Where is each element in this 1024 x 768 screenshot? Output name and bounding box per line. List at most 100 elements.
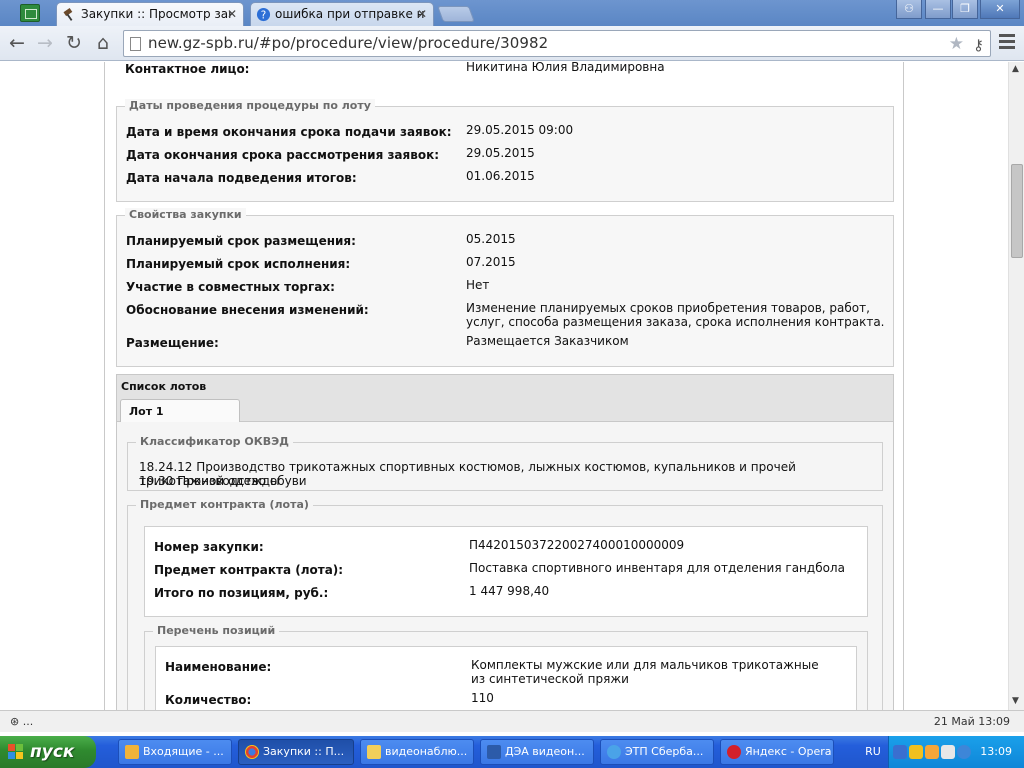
taskbar-item-folder[interactable]: видеонаблю...	[360, 739, 474, 765]
ie-icon	[607, 745, 621, 759]
tray-app-icon[interactable]	[909, 745, 923, 759]
subject-label: Номер закупки:	[154, 540, 264, 554]
subject-legend: Предмет контракта (лота)	[136, 498, 313, 511]
tab-error-question[interactable]: ? ошибка при отправке на ОО ✕	[250, 2, 434, 26]
page-scrollbar[interactable]: ▲ ▼	[1008, 62, 1024, 710]
property-label: Планируемый срок размещения:	[126, 234, 356, 248]
lots-header: Список лотов	[116, 374, 894, 398]
subject-fieldset: Предмет контракта (лота) Номер закупки: …	[127, 498, 883, 710]
property-value: Нет	[466, 278, 490, 292]
window-close-icon[interactable]: ✕	[980, 0, 1020, 19]
chrome-icon	[245, 745, 259, 759]
taskbar-item-label: Входящие - ...	[143, 745, 224, 758]
position-item: Наименование: Комплекты мужские или для …	[155, 646, 857, 710]
scroll-down-icon[interactable]: ▼	[1012, 696, 1019, 706]
scroll-up-icon[interactable]: ▲	[1012, 64, 1019, 74]
tray-mail-icon[interactable]	[925, 745, 939, 759]
property-value: Изменение планируемых сроков приобретени…	[466, 301, 885, 329]
contact-label: Контактное лицо:	[125, 62, 250, 76]
page-icon	[130, 37, 141, 51]
lot-tab-label: Лот 1	[129, 405, 164, 418]
lots-title: Список лотов	[121, 380, 207, 393]
start-label: пуск	[30, 742, 75, 762]
subject-label: Итого по позициям, руб.:	[154, 586, 329, 600]
tab-lot-1[interactable]: Лот 1	[120, 399, 240, 422]
okved-line: 19.30 Производство обуви	[139, 474, 307, 488]
property-label: Обоснование внесения изменений:	[126, 303, 369, 317]
taskbar-item-label: Яндекс - Opera	[745, 745, 832, 758]
mail-icon	[125, 745, 139, 759]
taskbar-item-mail[interactable]: Входящие - ...	[118, 739, 232, 765]
position-label: Количество:	[165, 693, 252, 707]
user-icon[interactable]: ⚇	[896, 0, 922, 19]
lots-tabbar: Лот 1	[116, 398, 894, 422]
contact-value: Никитина Юлия Владимировна	[466, 62, 665, 74]
property-label: Участие в совместных торгах:	[126, 280, 335, 294]
positions-fieldset: Перечень позиций Наименование: Комплекты…	[144, 624, 868, 710]
windows-flag-icon	[8, 744, 24, 760]
dates-row-label: Дата и время окончания срока подачи заяв…	[126, 125, 452, 139]
taskbar-item-chrome[interactable]: Закупки :: П...	[238, 739, 354, 765]
gavel-icon	[63, 8, 73, 21]
start-button[interactable]: пуск	[0, 736, 96, 768]
tray-skype-icon[interactable]	[957, 745, 971, 759]
tab-procurement[interactable]: Закупки :: Просмотр закупки ✕	[56, 2, 244, 26]
home-icon[interactable]: ⌂	[92, 32, 114, 54]
tab-label: Закупки :: Просмотр закупки	[81, 7, 231, 21]
taskbar-item-word[interactable]: ДЭА видеон...	[480, 739, 594, 765]
taskbar-item-label: видеонаблю...	[385, 745, 468, 758]
okved-legend: Классификатор ОКВЭД	[136, 435, 293, 448]
browser-titlebar: Закупки :: Просмотр закупки ✕ ? ошибка п…	[0, 0, 1024, 26]
subject-value: Поставка спортивного инвентаря для отдел…	[469, 561, 845, 575]
tray-expand-icon[interactable]	[893, 745, 907, 759]
close-icon[interactable]: ✕	[227, 3, 237, 25]
url-text[interactable]: new.gz-spb.ru/#po/procedure/view/procedu…	[148, 31, 548, 56]
new-tab-button[interactable]	[437, 6, 475, 22]
spreadsheet-app-icon[interactable]	[20, 4, 40, 22]
property-label: Планируемый срок исполнения:	[126, 257, 351, 271]
dates-legend: Даты проведения процедуры по лоту	[125, 99, 375, 112]
help-icon: ?	[256, 7, 271, 21]
taskbar-item-label: ДЭА видеон...	[505, 745, 585, 758]
lot-panel: Классификатор ОКВЭД 18.24.12 Производств…	[116, 422, 894, 710]
property-value: 07.2015	[466, 255, 516, 269]
dates-row-label: Дата окончания срока рассмотрения заявок…	[126, 148, 440, 162]
word-icon	[487, 745, 501, 759]
browser-statusbar: ⊛ ... 21 Май 13:09	[0, 710, 1024, 732]
subject-label: Предмет контракта (лота):	[154, 563, 344, 577]
position-value: 110	[471, 691, 494, 705]
scroll-thumb[interactable]	[1011, 164, 1023, 258]
menu-icon[interactable]	[999, 34, 1015, 52]
properties-legend: Свойства закупки	[125, 208, 246, 221]
language-indicator[interactable]: RU	[860, 736, 886, 768]
browser-toolbar: ← → ↻ ⌂ new.gz-spb.ru/#po/procedure/view…	[0, 26, 1024, 61]
taskbar-item-opera[interactable]: Яндекс - Opera	[720, 739, 834, 765]
property-label: Размещение:	[126, 336, 219, 350]
svg-text:?: ?	[261, 9, 266, 21]
minimize-icon[interactable]: —	[925, 0, 951, 19]
reload-icon[interactable]: ↻	[63, 32, 85, 54]
address-bar[interactable]: new.gz-spb.ru/#po/procedure/view/procedu…	[123, 30, 991, 57]
back-icon[interactable]: ←	[6, 32, 28, 54]
dates-row-value: 01.06.2015	[466, 169, 535, 183]
system-tray: 13:09	[888, 736, 1024, 768]
subject-details: Номер закупки: П442015037220027400010000…	[144, 526, 868, 617]
position-value: Комплекты мужские или для мальчиков трик…	[471, 658, 819, 686]
restore-icon[interactable]: ❐	[952, 0, 978, 19]
plugin-icon[interactable]: ⚷	[973, 33, 984, 58]
properties-fieldset: Свойства закупки Планируемый срок размещ…	[116, 208, 894, 367]
tray-network-icon[interactable]	[941, 745, 955, 759]
opera-icon	[727, 745, 741, 759]
status-datetime: 21 Май 13:09	[933, 715, 1010, 728]
taskbar-item-ie[interactable]: ЭТП Сберба...	[600, 739, 714, 765]
status-text: ⊛ ...	[10, 715, 34, 728]
bookmark-star-icon[interactable]: ★	[949, 32, 964, 57]
taskbar-clock[interactable]: 13:09	[980, 736, 1012, 768]
tab-label: ошибка при отправке на ОО	[275, 7, 425, 21]
position-label: Наименование:	[165, 660, 272, 674]
close-icon[interactable]: ✕	[417, 3, 427, 25]
forward-icon[interactable]: →	[34, 32, 56, 54]
dates-row-value: 29.05.2015	[466, 146, 535, 160]
okved-fieldset: Классификатор ОКВЭД 18.24.12 Производств…	[127, 435, 883, 491]
subject-value: П442015037220027400010000009	[469, 538, 685, 552]
